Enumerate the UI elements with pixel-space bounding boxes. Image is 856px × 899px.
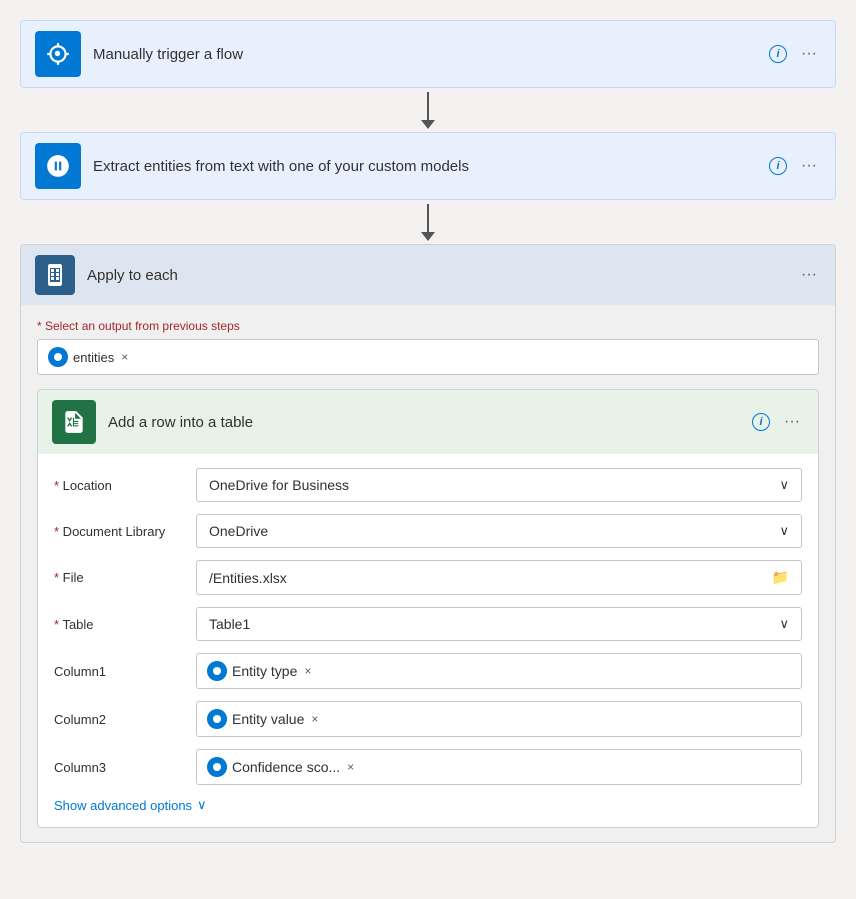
apply-each-container: Apply to each ··· * Select an output fro… — [20, 244, 836, 843]
doc-library-label: * Document Library — [54, 524, 184, 539]
column1-tag-text: Entity type — [232, 663, 297, 679]
add-row-title: Add a row into a table — [108, 414, 740, 431]
trigger-more-button[interactable]: ··· — [797, 41, 821, 67]
column3-tag: Confidence sco... × — [207, 757, 354, 777]
file-label: * File — [54, 570, 184, 585]
column2-tag-close[interactable]: × — [311, 712, 318, 726]
table-value: Table1 — [209, 616, 250, 632]
entities-tag: entities × — [48, 347, 128, 367]
trigger-title: Manually trigger a flow — [93, 46, 757, 63]
add-row-card: Add a row into a table i ··· * Location … — [37, 389, 819, 828]
doc-library-row: * Document Library OneDrive ∨ — [54, 514, 802, 548]
doc-library-dropdown[interactable]: OneDrive ∨ — [196, 514, 802, 548]
column1-tag: Entity type × — [207, 661, 311, 681]
extract-title: Extract entities from text with one of y… — [93, 158, 757, 175]
folder-icon: 📁 — [772, 569, 789, 586]
column1-tag-icon — [207, 661, 227, 681]
entities-tag-icon — [48, 347, 68, 367]
connector-2 — [421, 200, 435, 244]
file-row: * File /Entities.xlsx 📁 — [54, 560, 802, 595]
doc-library-control: OneDrive ∨ — [196, 514, 802, 548]
column3-label: Column3 — [54, 760, 184, 775]
column3-control: Confidence sco... × — [196, 749, 802, 785]
file-field[interactable]: /Entities.xlsx 📁 — [196, 560, 802, 595]
column2-tag: Entity value × — [207, 709, 318, 729]
extract-help-icon[interactable]: i — [769, 157, 787, 175]
extract-step: Extract entities from text with one of y… — [20, 132, 836, 200]
column2-label: Column2 — [54, 712, 184, 727]
add-row-more-button[interactable]: ··· — [780, 409, 804, 435]
location-label: * Location — [54, 478, 184, 493]
show-advanced-button[interactable]: Show advanced options ∨ — [54, 797, 207, 813]
column1-row: Column1 Entity type × — [54, 653, 802, 689]
connector-line-1 — [427, 92, 429, 120]
trigger-icon — [35, 31, 81, 77]
column2-tag-field[interactable]: Entity value × — [196, 701, 802, 737]
show-advanced-chevron-icon: ∨ — [197, 797, 207, 813]
location-row: * Location OneDrive for Business ∨ — [54, 468, 802, 502]
apply-each-body: * Select an output from previous steps e… — [21, 305, 835, 842]
add-row-header: Add a row into a table i ··· — [38, 390, 818, 454]
apply-each-icon — [35, 255, 75, 295]
location-control: OneDrive for Business ∨ — [196, 468, 802, 502]
add-row-help-icon[interactable]: i — [752, 413, 770, 431]
entities-tag-close[interactable]: × — [121, 350, 128, 364]
doc-library-value: OneDrive — [209, 523, 268, 539]
connector-arrow-1 — [421, 120, 435, 129]
table-control: Table1 ∨ — [196, 607, 802, 641]
column2-row: Column2 Entity value × — [54, 701, 802, 737]
add-row-actions: i ··· — [752, 409, 804, 435]
connector-line-2 — [427, 204, 429, 232]
add-row-body: * Location OneDrive for Business ∨ * Doc… — [38, 454, 818, 827]
apply-each-more-button[interactable]: ··· — [797, 262, 821, 288]
trigger-step: Manually trigger a flow i ··· — [20, 20, 836, 88]
column2-tag-icon — [207, 709, 227, 729]
column3-tag-close[interactable]: × — [347, 760, 354, 774]
file-control: /Entities.xlsx 📁 — [196, 560, 802, 595]
trigger-help-icon[interactable]: i — [769, 45, 787, 63]
column3-row: Column3 Confidence sco... × — [54, 749, 802, 785]
column1-control: Entity type × — [196, 653, 802, 689]
output-label: * Select an output from previous steps — [37, 319, 819, 333]
extract-icon — [35, 143, 81, 189]
connector-1 — [421, 88, 435, 132]
column2-control: Entity value × — [196, 701, 802, 737]
doc-library-chevron-icon: ∨ — [779, 523, 789, 539]
table-row: * Table Table1 ∨ — [54, 607, 802, 641]
column1-tag-field[interactable]: Entity type × — [196, 653, 802, 689]
flow-canvas: Manually trigger a flow i ··· Extract en… — [20, 20, 836, 843]
trigger-actions: i ··· — [769, 41, 821, 67]
table-dropdown[interactable]: Table1 ∨ — [196, 607, 802, 641]
extract-more-button[interactable]: ··· — [797, 153, 821, 179]
table-label: * Table — [54, 617, 184, 632]
column3-tag-field[interactable]: Confidence sco... × — [196, 749, 802, 785]
show-advanced-label: Show advanced options — [54, 798, 192, 813]
column3-tag-text: Confidence sco... — [232, 759, 340, 775]
excel-icon — [52, 400, 96, 444]
column1-label: Column1 — [54, 664, 184, 679]
location-dropdown[interactable]: OneDrive for Business ∨ — [196, 468, 802, 502]
location-chevron-icon: ∨ — [779, 477, 789, 493]
entities-tag-text: entities — [73, 350, 114, 365]
extract-actions: i ··· — [769, 153, 821, 179]
connector-arrow-2 — [421, 232, 435, 241]
column1-tag-close[interactable]: × — [304, 664, 311, 678]
apply-each-header: Apply to each ··· — [21, 245, 835, 305]
table-chevron-icon: ∨ — [779, 616, 789, 632]
column3-tag-icon — [207, 757, 227, 777]
column2-tag-text: Entity value — [232, 711, 304, 727]
file-value: /Entities.xlsx — [209, 570, 287, 586]
output-tag-input[interactable]: entities × — [37, 339, 819, 375]
apply-each-title: Apply to each — [87, 267, 785, 284]
location-value: OneDrive for Business — [209, 477, 349, 493]
